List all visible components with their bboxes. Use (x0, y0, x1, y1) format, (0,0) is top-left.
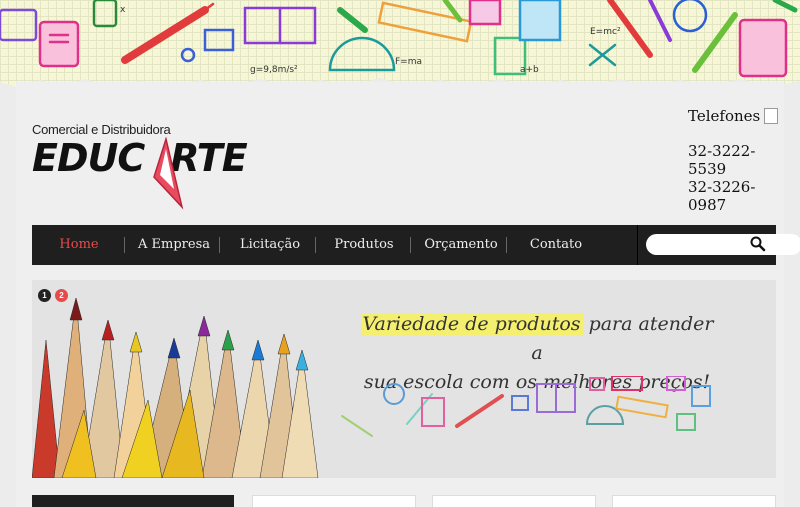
nav-divider (410, 237, 411, 253)
triangle-a-icon (153, 137, 184, 210)
nav-home[interactable]: Home (46, 225, 112, 265)
nav-divider (219, 237, 220, 253)
nav-produtos[interactable]: Produtos (328, 225, 400, 265)
nav-divider (124, 237, 125, 253)
slider-dot-1[interactable]: 1 (38, 289, 51, 302)
nav-contato[interactable]: Contato (518, 225, 594, 265)
main-nav: Home A Empresa Licitação Produtos Orçame… (32, 225, 800, 265)
search-icon[interactable] (750, 236, 766, 252)
phone-image-icon (764, 108, 779, 124)
slogan-highlight: Variedade de produtos (360, 313, 583, 335)
search-input[interactable] (646, 234, 800, 255)
school-doodles-illustration (341, 376, 711, 437)
phones-title: Telefones (688, 107, 761, 125)
content-card (612, 495, 776, 507)
school-doodles-illustration: x g=9,8m/s² F=ma E=mc² a+b (0, 0, 800, 90)
logo-tagline: Comercial e Distribuidora (32, 122, 171, 137)
sidebar-card (32, 495, 234, 507)
doodle-banner: x g=9,8m/s² F=ma E=mc² a+b (0, 0, 800, 90)
svg-text:E=mc²: E=mc² (590, 27, 621, 37)
slider-dot-2[interactable]: 2 (55, 289, 68, 302)
svg-text:a+b: a+b (520, 65, 539, 75)
nav-a-empresa[interactable]: A Empresa (136, 225, 212, 265)
phone-number-2: 32-3226-0987 (688, 178, 756, 214)
content-card (432, 495, 596, 507)
educarte-logo[interactable]: Comercial e Distribuidora EDUC RTE (32, 121, 272, 211)
content-card (252, 495, 416, 507)
nav-licitacao[interactable]: Licitação (232, 225, 308, 265)
svg-text:g=9,8m/s²: g=9,8m/s² (250, 65, 298, 75)
hero-slider: 1 2 Variedade de produtos para atender a… (32, 280, 776, 478)
contact-phones: Telefones 32-3222-5539 32-3226-0987 (688, 106, 788, 214)
colored-pencils-image (32, 297, 319, 478)
svg-text:F=ma: F=ma (395, 57, 422, 67)
svg-text:x: x (120, 5, 126, 15)
phone-number-1: 32-3222-5539 (688, 142, 756, 178)
nav-divider (315, 237, 316, 253)
nav-orcamento[interactable]: Orçamento (420, 225, 502, 265)
logo-wordmark: EDUC RTE (32, 136, 248, 180)
nav-divider (506, 237, 507, 253)
